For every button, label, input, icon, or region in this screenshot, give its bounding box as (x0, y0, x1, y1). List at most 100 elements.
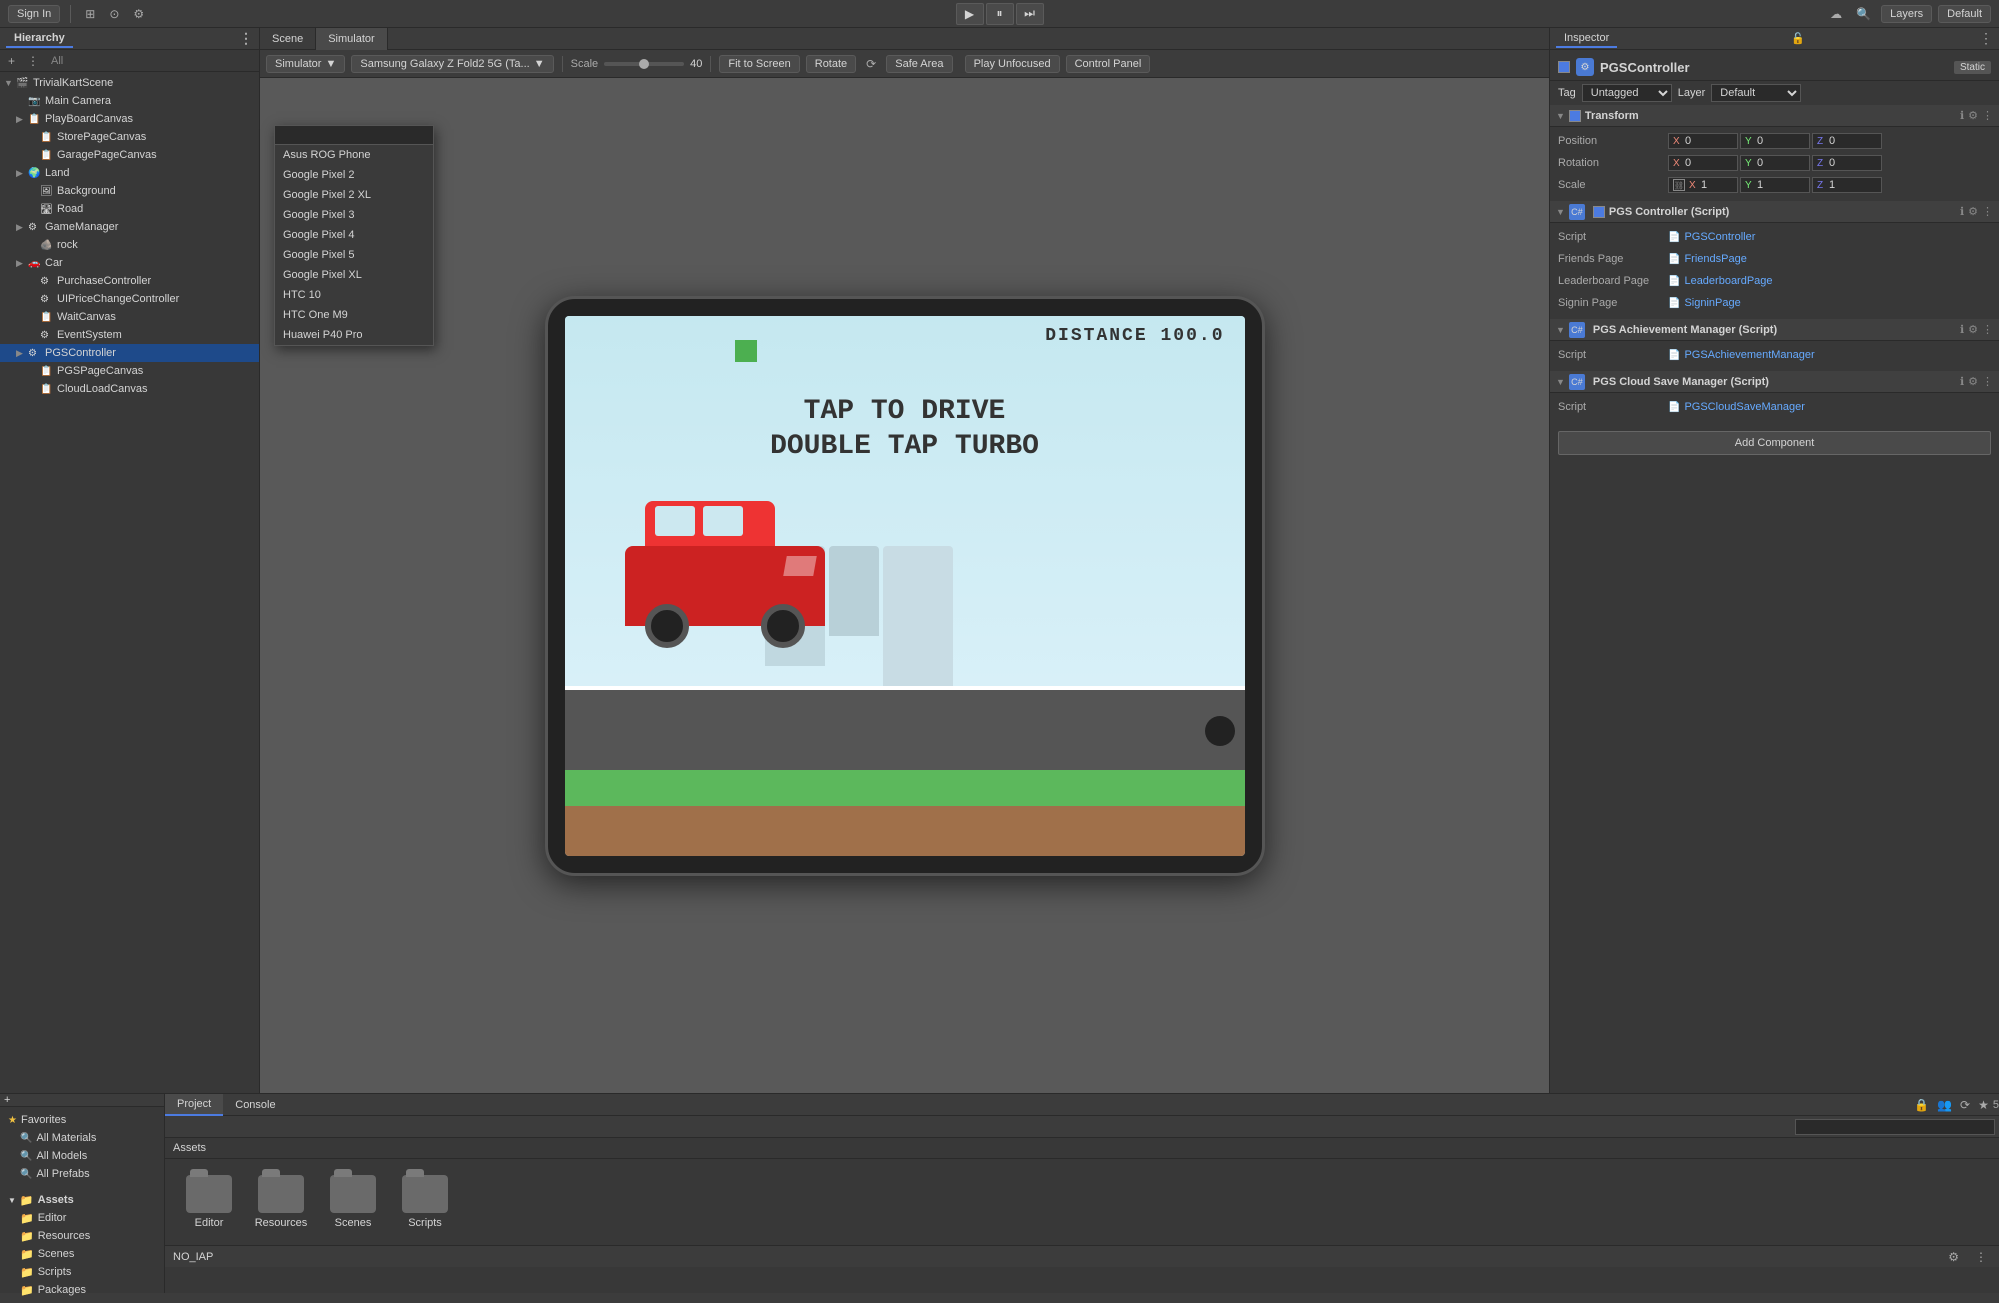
inspector-menu[interactable]: ⋮ (1979, 30, 1993, 47)
collab-icon[interactable]: ☁ (1826, 5, 1846, 23)
transform-info-icon[interactable]: ℹ (1960, 109, 1964, 122)
simulator-btn[interactable]: Simulator ▼ (266, 55, 345, 73)
scene-tab[interactable]: Scene (260, 28, 316, 50)
status-settings-icon[interactable]: ⚙ (1944, 1248, 1963, 1266)
add-btn[interactable]: + (0, 1094, 14, 1106)
transform-settings-icon[interactable]: ⚙ (1968, 109, 1978, 122)
pgs-cs-settings-icon[interactable]: ⚙ (1968, 375, 1978, 388)
signin-button[interactable]: Sign In (8, 5, 60, 23)
dropdown-item-htconem9[interactable]: HTC One M9 (275, 305, 433, 325)
pgs-settings-icon[interactable]: ⚙ (1968, 205, 1978, 218)
toolbar-icon-btn-2[interactable]: ⊙ (105, 5, 123, 23)
pause-button[interactable]: ⏸ (986, 3, 1014, 25)
position-z-field[interactable]: Z 0 (1812, 133, 1882, 149)
layers-button[interactable]: Layers (1881, 5, 1932, 23)
tree-cloudloadcanvas[interactable]: 📋 CloudLoadCanvas (0, 380, 259, 398)
search-top-icon[interactable]: 🔍 (1852, 5, 1875, 23)
position-x-field[interactable]: X 0 (1668, 133, 1738, 149)
toolbar-icon-btn-1[interactable]: ⊞ (81, 5, 99, 23)
device-select-btn[interactable]: Samsung Galaxy Z Fold2 5G (Ta... ▼ (351, 55, 553, 73)
tag-select[interactable]: Untagged (1582, 84, 1672, 102)
pgs-ach-info-icon[interactable]: ℹ (1960, 323, 1964, 336)
dropdown-item-pixel2xl[interactable]: Google Pixel 2 XL (275, 185, 433, 205)
pgs-ach-settings-icon[interactable]: ⚙ (1968, 323, 1978, 336)
lock-bottom-icon[interactable]: 🔒 (1910, 1096, 1933, 1114)
rotation-z-field[interactable]: Z 0 (1812, 155, 1882, 171)
toolbar-icon-btn-3[interactable]: ⚙ (129, 5, 148, 23)
pgs-cs-more-icon[interactable]: ⋮ (1982, 375, 1993, 388)
bottom-resources-folder[interactable]: 📁 Resources (4, 1227, 160, 1245)
tree-main-camera[interactable]: 📷 Main Camera (0, 92, 259, 110)
scene-root-item[interactable]: ▼ 🎬 TrivialKartScene (0, 74, 259, 92)
fav-all-models[interactable]: 🔍 All Models (4, 1147, 160, 1165)
fav-all-prefabs[interactable]: 🔍 All Prefabs (4, 1165, 160, 1183)
dropdown-item-pixel4[interactable]: Google Pixel 4 (275, 225, 433, 245)
tree-road[interactable]: 🛣 Road (0, 200, 259, 218)
dropdown-item-pixelxl[interactable]: Google Pixel XL (275, 265, 433, 285)
tree-garage[interactable]: 📋 GaragePageCanvas (0, 146, 259, 164)
fav-all-materials[interactable]: 🔍 All Materials (4, 1129, 160, 1147)
default-button[interactable]: Default (1938, 5, 1991, 23)
scale-z-field[interactable]: Z 1 (1812, 177, 1882, 193)
add-hierarchy-btn[interactable]: + (4, 52, 19, 70)
tree-store[interactable]: 📋 StorePageCanvas (0, 128, 259, 146)
transform-active[interactable] (1569, 110, 1581, 122)
tree-gamemanager[interactable]: ▶ ⚙ GameManager (0, 218, 259, 236)
tree-background[interactable]: 🖼 Background (0, 182, 259, 200)
hierarchy-menu[interactable]: ⋮ (239, 30, 253, 47)
collab-bottom-icon[interactable]: 👥 (1933, 1096, 1956, 1114)
assets-header[interactable]: ▼ 📁 Assets (4, 1191, 160, 1209)
tree-land[interactable]: ▶ 🌍 Land (0, 164, 259, 182)
step-button[interactable]: ⏭ (1016, 3, 1044, 25)
tree-purchase[interactable]: ⚙ PurchaseController (0, 272, 259, 290)
layer-select[interactable]: Default (1711, 84, 1801, 102)
asset-resources[interactable]: Resources (253, 1175, 309, 1229)
hierarchy-more-btn[interactable]: ⋮ (23, 52, 43, 70)
add-component-button[interactable]: Add Component (1558, 431, 1991, 455)
tree-waitcanvas[interactable]: 📋 WaitCanvas (0, 308, 259, 326)
rotation-y-field[interactable]: Y 0 (1740, 155, 1810, 171)
bottom-packages-folder[interactable]: 📁 Packages (4, 1281, 160, 1299)
inspector-lock-icon[interactable]: 🔓 (1791, 32, 1805, 45)
simulator-tab[interactable]: Simulator (316, 28, 387, 50)
pgs-more-icon[interactable]: ⋮ (1982, 205, 1993, 218)
pgs-cs-info-icon[interactable]: ℹ (1960, 375, 1964, 388)
scale-x-field[interactable]: ⛓ X 1 (1668, 177, 1738, 193)
assets-search-input[interactable] (1795, 1119, 1995, 1135)
scale-y-field[interactable]: Y 1 (1740, 177, 1810, 193)
rotate-icon-btn[interactable]: ⟳ (862, 55, 880, 73)
inspector-tab[interactable]: Inspector (1556, 30, 1617, 48)
pgs-controller-header[interactable]: ▼ C# PGS Controller (Script) ℹ ⚙ ⋮ (1550, 201, 1999, 223)
play-unfocused-btn[interactable]: Play Unfocused (965, 55, 1060, 73)
pgs-active-checkbox[interactable] (1593, 206, 1605, 218)
obj-active-checkbox[interactable] (1558, 61, 1570, 73)
asset-scripts[interactable]: Scripts (397, 1175, 453, 1229)
favorites-header-item[interactable]: ★ Favorites (4, 1111, 160, 1129)
dropdown-item-htc10[interactable]: HTC 10 (275, 285, 433, 305)
dropdown-item-asus[interactable]: Asus ROG Phone (275, 145, 433, 165)
dropdown-item-pixel5[interactable]: Google Pixel 5 (275, 245, 433, 265)
pgs-ach-more-icon[interactable]: ⋮ (1982, 323, 1993, 336)
asset-editor[interactable]: Editor (181, 1175, 237, 1229)
bottom-editor-folder[interactable]: 📁 Editor (4, 1209, 160, 1227)
status-more-icon[interactable]: ⋮ (1971, 1248, 1991, 1266)
tree-uiprice[interactable]: ⚙ UIPriceChangeController (0, 290, 259, 308)
bottom-scripts-folder[interactable]: 📁 Scripts (4, 1263, 160, 1281)
tree-pgspagecanvas[interactable]: 📋 PGSPageCanvas (0, 362, 259, 380)
fit-to-screen-btn[interactable]: Fit to Screen (719, 55, 799, 73)
transform-header[interactable]: ▼ Transform ℹ ⚙ ⋮ (1550, 105, 1999, 127)
pgs-info-icon[interactable]: ℹ (1960, 205, 1964, 218)
dropdown-item-huawei[interactable]: Huawei P40 Pro (275, 325, 433, 345)
pgs-achievement-header[interactable]: ▼ C# PGS Achievement Manager (Script) ℹ … (1550, 319, 1999, 341)
bottom-scenes-folder[interactable]: 📁 Scenes (4, 1245, 160, 1263)
refresh-icon[interactable]: ⟳ (1956, 1096, 1974, 1114)
tree-car[interactable]: ▶ 🚗 Car (0, 254, 259, 272)
control-panel-btn[interactable]: Control Panel (1066, 55, 1151, 73)
tree-eventsystem[interactable]: ⚙ EventSystem (0, 326, 259, 344)
position-y-field[interactable]: Y 0 (1740, 133, 1810, 149)
dropdown-item-pixel2[interactable]: Google Pixel 2 (275, 165, 433, 185)
star-bottom-icon[interactable]: ★ (1974, 1096, 1993, 1114)
project-tab[interactable]: Project (165, 1094, 223, 1116)
hierarchy-tab[interactable]: Hierarchy (6, 30, 73, 48)
transform-more-icon[interactable]: ⋮ (1982, 109, 1993, 122)
